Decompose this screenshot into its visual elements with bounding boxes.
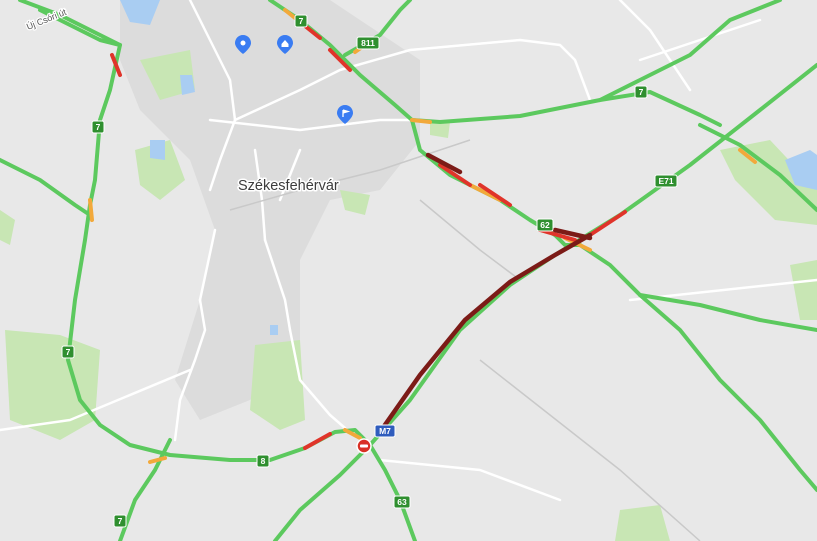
road-shield-7-southwest: 7	[61, 345, 75, 359]
road-shield-7-west: 7	[91, 120, 105, 134]
traffic-incident-icon[interactable]	[356, 438, 372, 454]
svg-text:7: 7	[299, 16, 304, 26]
road-shield-e71: E71	[654, 174, 678, 188]
svg-text:M7: M7	[379, 426, 391, 436]
road-shield-63: 63	[393, 495, 411, 509]
svg-text:811: 811	[361, 38, 375, 48]
svg-text:7: 7	[66, 347, 71, 357]
svg-text:62: 62	[540, 220, 550, 230]
road-shield-7-south: 7	[113, 514, 127, 528]
svg-text:E71: E71	[658, 176, 673, 186]
svg-text:63: 63	[397, 497, 407, 507]
svg-text:7: 7	[118, 516, 123, 526]
road-shield-7-east: 7	[634, 85, 648, 99]
city-name-label: Székesfehérvár	[238, 178, 339, 194]
svg-text:7: 7	[639, 87, 644, 97]
road-shield-m7: M7	[374, 424, 396, 438]
road-shield-62: 62	[536, 218, 554, 232]
traffic-map[interactable]: 7 811 7 7 E71 62 7 M7 8 63 7 Székesfehér…	[0, 0, 817, 541]
road-shield-7-north: 7	[294, 14, 308, 28]
road-shield-8: 8	[256, 454, 270, 468]
svg-text:8: 8	[261, 456, 266, 466]
svg-text:7: 7	[96, 122, 101, 132]
road-shield-811: 811	[356, 36, 380, 50]
